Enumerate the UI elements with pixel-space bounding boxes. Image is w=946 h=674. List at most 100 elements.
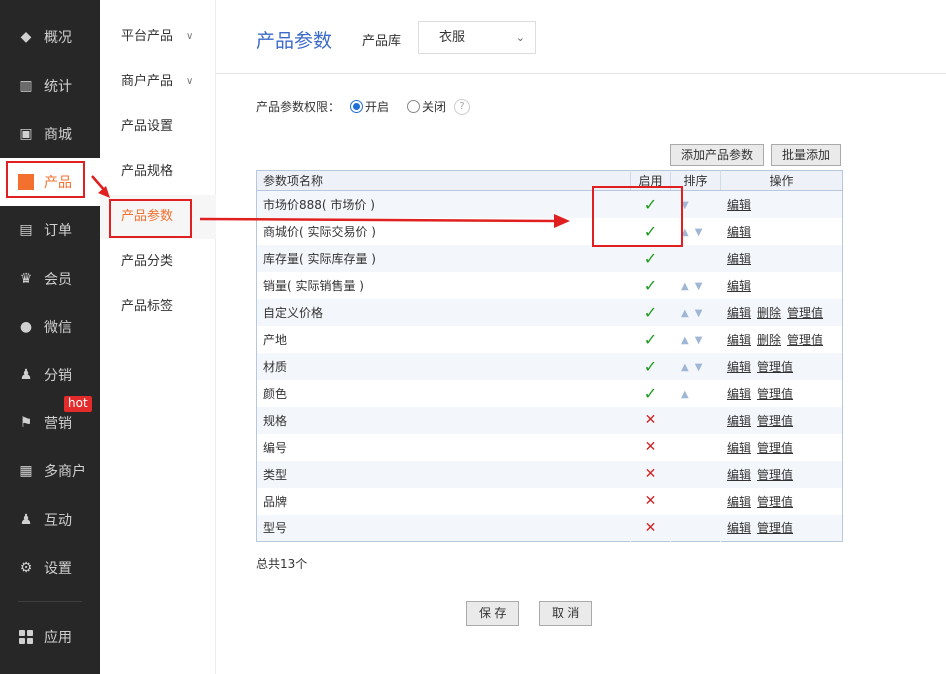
library-label: 产品库 <box>362 34 402 49</box>
nav-item-7[interactable]: ♟ 分销 <box>0 351 100 399</box>
nav-item-5[interactable]: ♛ 会员 <box>0 255 100 303</box>
check-icon[interactable]: ✓ <box>644 249 657 268</box>
library-select[interactable]: 衣服 ⌄ <box>418 21 536 54</box>
subnav-item-0[interactable]: 平台产品 ∨ <box>100 15 216 59</box>
table-row: 颜色 ✓ ▲ 编辑 管理值 <box>257 380 843 407</box>
op-link[interactable]: 管理值 <box>757 468 793 482</box>
col-header-sort: 排序 <box>670 170 721 191</box>
subnav-item-1[interactable]: 商户产品 ∨ <box>100 60 216 104</box>
cross-icon[interactable]: ✕ <box>645 520 657 536</box>
op-link[interactable]: 编辑 <box>727 360 751 374</box>
cross-icon[interactable]: ✕ <box>645 412 657 428</box>
op-link[interactable]: 删除 <box>757 333 781 347</box>
op-link[interactable]: 编辑 <box>727 414 751 428</box>
op-link[interactable]: 编辑 <box>727 225 751 239</box>
cross-icon[interactable]: ✕ <box>645 439 657 455</box>
ops-cell: 编辑 管理值 <box>721 488 843 515</box>
enabled-cell: ✕ <box>631 488 671 515</box>
subnav-item-6[interactable]: 产品标签 <box>100 285 216 329</box>
nav-item-2[interactable]: ▣ 商城 <box>0 110 100 158</box>
op-link[interactable]: 管理值 <box>757 521 793 535</box>
check-icon[interactable]: ✓ <box>644 357 657 376</box>
nav-item-label: 统计 <box>44 79 72 95</box>
nav-item-9[interactable]: ▦ 多商户 <box>0 447 100 495</box>
arrow-up-icon[interactable]: ▲ <box>681 227 689 238</box>
op-link[interactable]: 编辑 <box>727 441 751 455</box>
op-link[interactable]: 编辑 <box>727 387 751 401</box>
op-link[interactable]: 编辑 <box>727 468 751 482</box>
subnav-item-2[interactable]: 产品设置 <box>100 105 216 149</box>
op-link[interactable]: 编辑 <box>727 495 751 509</box>
permission-off-radio[interactable]: 关闭 <box>407 98 446 115</box>
op-link[interactable]: 编辑 <box>727 252 751 266</box>
nav-item-label: 概况 <box>44 30 72 46</box>
op-link[interactable]: 编辑 <box>727 306 751 320</box>
subnav-item-label: 产品分类 <box>121 254 174 269</box>
check-icon[interactable]: ✓ <box>644 222 657 241</box>
nav-item-4[interactable]: ▤ 订单 <box>0 206 100 254</box>
arrow-down-icon[interactable]: ▼ <box>695 335 703 346</box>
op-link[interactable]: 管理值 <box>787 333 823 347</box>
op-link[interactable]: 管理值 <box>757 387 793 401</box>
sort-cell: ▲ ▼ <box>671 326 721 353</box>
param-name-cell: 自定义价格 <box>256 298 631 326</box>
cancel-button[interactable]: 取 消 <box>539 601 593 626</box>
sort-cell <box>670 406 721 434</box>
op-link[interactable]: 编辑 <box>727 279 751 293</box>
op-link[interactable]: 删除 <box>757 306 781 320</box>
arrow-down-icon[interactable]: ▼ <box>695 281 703 292</box>
op-link[interactable]: 编辑 <box>727 333 751 347</box>
sort-cell: ▲ ▼ <box>671 272 721 299</box>
subnav-item-4[interactable]: 产品参数 <box>100 195 216 239</box>
nav-item-6[interactable]: ● 微信 <box>0 303 100 351</box>
check-icon[interactable]: ✓ <box>644 303 657 322</box>
people-icon: ♟ <box>19 512 33 528</box>
op-link[interactable]: 编辑 <box>727 521 751 535</box>
cross-icon[interactable]: ✕ <box>645 493 657 509</box>
subnav-item-3[interactable]: 产品规格 <box>100 150 216 194</box>
batch-add-button[interactable]: 批量添加 <box>771 144 842 166</box>
help-icon[interactable]: ? <box>454 98 471 115</box>
nav-item-label: 订单 <box>44 223 72 239</box>
wechat-icon: ● <box>19 319 33 335</box>
nav-item-3[interactable]: 产品 <box>0 158 100 206</box>
check-icon[interactable]: ✓ <box>644 195 657 214</box>
nav-item-0[interactable]: ◆ 概况 <box>0 13 100 61</box>
arrow-down-icon[interactable]: ▼ <box>695 362 703 373</box>
enabled-cell: ✓ <box>631 272 671 299</box>
nav-item-10[interactable]: ♟ 互动 <box>0 496 100 544</box>
table-row: 销量( 实际销售量 ) ✓ ▲ ▼ 编辑 <box>257 272 843 299</box>
op-link[interactable]: 管理值 <box>757 360 793 374</box>
op-link[interactable]: 管理值 <box>757 441 793 455</box>
add-param-button[interactable]: 添加产品参数 <box>670 144 765 166</box>
sort-cell <box>671 488 721 515</box>
enabled-cell: ✓ <box>630 190 671 218</box>
arrow-down-icon[interactable]: ▼ <box>695 227 703 238</box>
save-button[interactable]: 保 存 <box>466 601 520 626</box>
arrow-up-icon[interactable]: ▲ <box>681 308 689 319</box>
nav-item-11[interactable]: ⚙ 设置 <box>0 544 100 592</box>
nav-item-12[interactable]: 应用 <box>0 613 100 661</box>
table-row: 库存量( 实际库存量 ) ✓ 编辑 <box>256 244 843 272</box>
arrow-up-icon[interactable]: ▲ <box>681 281 689 292</box>
gear-icon: ⚙ <box>19 560 33 576</box>
op-link[interactable]: 管理值 <box>757 495 793 509</box>
check-icon[interactable]: ✓ <box>644 330 657 349</box>
arrow-up-icon[interactable]: ▲ <box>681 362 689 373</box>
arrow-up-icon[interactable]: ▲ <box>681 335 689 346</box>
check-icon[interactable]: ✓ <box>644 384 657 403</box>
chevron-down-icon: ⌄ <box>515 31 525 44</box>
op-link[interactable]: 编辑 <box>727 198 751 212</box>
arrow-up-icon[interactable]: ▲ <box>681 389 689 400</box>
permission-on-radio[interactable]: 开启 <box>350 98 389 115</box>
subnav-item-5[interactable]: 产品分类 <box>100 240 216 284</box>
cross-icon[interactable]: ✕ <box>645 466 657 482</box>
check-icon[interactable]: ✓ <box>644 276 657 295</box>
arrow-down-icon[interactable]: ▼ <box>681 200 689 211</box>
op-link[interactable]: 管理值 <box>787 306 823 320</box>
nav-item-1[interactable]: ▥ 统计 <box>0 62 100 110</box>
ops-cell: 编辑 管理值 <box>721 434 843 461</box>
arrow-down-icon[interactable]: ▼ <box>695 308 703 319</box>
op-link[interactable]: 管理值 <box>757 414 793 428</box>
permission-row: 产品参数权限： 开启 关闭 ? <box>256 98 471 115</box>
